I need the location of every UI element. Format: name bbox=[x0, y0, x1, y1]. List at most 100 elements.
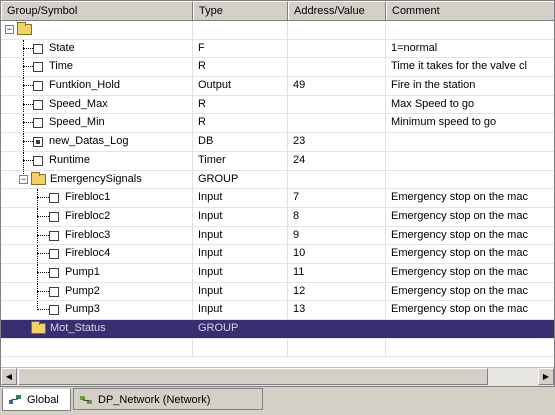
symbol-comment bbox=[386, 171, 554, 189]
input-icon bbox=[49, 267, 59, 278]
tab-global[interactable]: Global bbox=[2, 389, 71, 411]
table-row[interactable]: Firebloc1 Input 7 Emergency stop on the … bbox=[1, 189, 554, 208]
symbol-name: new_Datas_Log bbox=[49, 135, 129, 148]
column-header-group-symbol[interactable]: Group/Symbol bbox=[1, 1, 193, 20]
tab-label: Global bbox=[27, 394, 59, 406]
table-row-empty[interactable] bbox=[1, 338, 554, 358]
scroll-left-arrow-icon[interactable]: ◀ bbox=[1, 368, 17, 385]
scrollbar-thumb[interactable] bbox=[18, 368, 488, 385]
symbol-comment: Emergency stop on the mac bbox=[386, 301, 554, 319]
symbol-type: R bbox=[193, 114, 288, 133]
table-row[interactable]: Firebloc4 Input 10 Emergency stop on the… bbox=[1, 245, 554, 264]
input-icon bbox=[49, 230, 59, 241]
symbol-name: Time bbox=[49, 60, 74, 73]
symbol-name: Pump3 bbox=[65, 303, 100, 316]
symbol-type: Input bbox=[193, 245, 288, 263]
symbol-comment: Max Speed to go bbox=[386, 96, 554, 114]
table-row[interactable]: Speed_Max R Max Speed to go bbox=[1, 95, 554, 115]
symbol-name: Mot_Status bbox=[50, 322, 106, 334]
symbol-name: Pump2 bbox=[65, 284, 100, 297]
symbol-name: Runtime bbox=[49, 153, 90, 166]
table-row[interactable]: Speed_Min R Minimum speed to go bbox=[1, 114, 554, 134]
global-network-icon bbox=[9, 395, 21, 404]
symbol-name: State bbox=[49, 41, 75, 54]
symbol-name: Funtkion_Hold bbox=[49, 79, 120, 92]
input-icon bbox=[49, 193, 59, 204]
folder-open-icon bbox=[17, 22, 32, 35]
symbol-value bbox=[288, 21, 386, 39]
column-header-address-value[interactable]: Address/Value bbox=[288, 1, 386, 20]
table-row[interactable]: Runtime Timer 24 bbox=[1, 151, 554, 171]
symbol-comment bbox=[386, 320, 554, 338]
table-header: Group/Symbol Type Address/Value Comment bbox=[1, 1, 554, 21]
horizontal-scrollbar[interactable]: ◀ ▶ bbox=[1, 367, 554, 386]
table-row[interactable]: new_Datas_Log DB 23 bbox=[1, 133, 554, 152]
symbol-value: 10 bbox=[288, 245, 386, 263]
folder-icon bbox=[31, 321, 46, 334]
variable-icon bbox=[33, 118, 43, 129]
tab-dp-network[interactable]: DP_Network (Network) bbox=[73, 388, 263, 410]
table-row[interactable]: − bbox=[1, 21, 554, 40]
input-icon bbox=[49, 305, 59, 316]
table-row[interactable]: Firebloc2 Input 8 Emergency stop on the … bbox=[1, 207, 554, 227]
variable-icon bbox=[33, 81, 43, 92]
symbol-name: EmergencySignals bbox=[50, 172, 142, 185]
table-body: − State F 1=normal Time R Time it takes … bbox=[1, 21, 554, 358]
collapse-icon[interactable]: − bbox=[19, 174, 28, 184]
symbol-type: Input bbox=[193, 207, 288, 226]
symbol-name: Speed_Max bbox=[49, 97, 108, 110]
symbol-value bbox=[288, 95, 386, 114]
table-row[interactable]: Pump2 Input 12 Emergency stop on the mac bbox=[1, 282, 554, 302]
symbol-comment: Emergency stop on the mac bbox=[386, 189, 554, 207]
symbol-type: R bbox=[193, 58, 288, 77]
symbol-type: GROUP bbox=[193, 320, 288, 338]
symbol-type: Timer bbox=[193, 151, 288, 170]
variable-icon bbox=[33, 62, 43, 73]
symbol-value: 12 bbox=[288, 282, 386, 301]
table-row-selected[interactable]: Mot_Status GROUP bbox=[1, 320, 554, 339]
symbol-comment: Minimum speed to go bbox=[386, 114, 554, 132]
data-block-icon bbox=[33, 137, 43, 148]
symbol-value: 9 bbox=[288, 226, 386, 245]
symbol-value bbox=[288, 58, 386, 77]
symbol-type: Input bbox=[193, 226, 288, 245]
column-header-type[interactable]: Type bbox=[193, 1, 288, 20]
table-row[interactable]: Funtkion_Hold Output 49 Fire in the stat… bbox=[1, 77, 554, 96]
sheet-tabs: Global DP_Network (Network) bbox=[0, 387, 555, 415]
symbol-name: Firebloc2 bbox=[65, 209, 111, 222]
symbol-value: 11 bbox=[288, 263, 386, 282]
symbol-value bbox=[288, 114, 386, 133]
collapse-icon[interactable]: − bbox=[5, 25, 14, 34]
symbol-comment: Fire in the station bbox=[386, 77, 554, 95]
symbol-type bbox=[193, 21, 288, 39]
symbol-value: 13 bbox=[288, 301, 386, 319]
symbol-value bbox=[288, 320, 386, 338]
symbol-comment: Emergency stop on the mac bbox=[386, 208, 554, 226]
column-header-comment[interactable]: Comment bbox=[386, 1, 554, 20]
variable-icon bbox=[33, 43, 43, 54]
symbol-type: GROUP bbox=[193, 170, 288, 189]
symbol-name: Firebloc1 bbox=[65, 191, 111, 204]
symbol-comment bbox=[386, 21, 554, 39]
symbol-comment: Emergency stop on the mac bbox=[386, 264, 554, 282]
symbol-value: 24 bbox=[288, 151, 386, 170]
symbol-type: Output bbox=[193, 77, 288, 95]
symbol-name: Firebloc4 bbox=[65, 247, 111, 260]
symbol-comment: 1=normal bbox=[386, 40, 554, 58]
input-icon bbox=[49, 249, 59, 260]
table-row[interactable]: State F 1=normal bbox=[1, 39, 554, 59]
symbol-comment bbox=[386, 133, 554, 151]
input-icon bbox=[49, 211, 59, 222]
table-row[interactable]: Pump1 Input 11 Emergency stop on the mac bbox=[1, 263, 554, 283]
symbol-type: F bbox=[193, 39, 288, 58]
symbol-value bbox=[288, 170, 386, 189]
scroll-right-arrow-icon[interactable]: ▶ bbox=[538, 368, 554, 385]
symbol-name: Speed_Min bbox=[49, 116, 105, 129]
symbol-type: Input bbox=[193, 282, 288, 301]
table-row[interactable]: Time R Time it takes for the valve cl bbox=[1, 58, 554, 78]
table-row[interactable]: − EmergencySignals GROUP bbox=[1, 170, 554, 190]
table-row[interactable]: Firebloc3 Input 9 Emergency stop on the … bbox=[1, 226, 554, 246]
symbol-type: Input bbox=[193, 301, 288, 319]
table-row[interactable]: Pump3 Input 13 Emergency stop on the mac bbox=[1, 301, 554, 320]
symbol-name: Firebloc3 bbox=[65, 228, 111, 241]
